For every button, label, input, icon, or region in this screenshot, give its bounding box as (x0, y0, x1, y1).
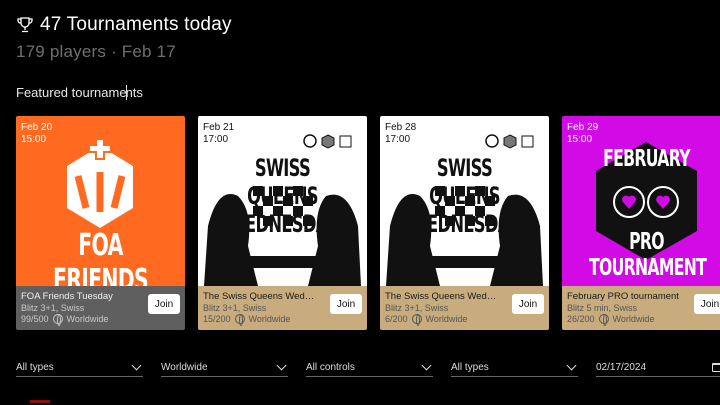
globe-icon (411, 314, 422, 326)
tournament-banner: Feb 21 17:00 SWISS QUEENS WEDNESDAY (198, 116, 367, 286)
page-title: 47 Tournaments today (40, 14, 232, 35)
chevron-down-icon (276, 360, 287, 370)
card-title: February PRO tournament (567, 291, 679, 302)
card-info: February PRO tournament Blitz 5 min, Swi… (562, 286, 720, 330)
tournament-card[interactable]: Feb 29 15:00 FEBRUARY PRO TOURNAMENT Febr… (562, 116, 720, 330)
pro-tournament-wordmark: PRO TOURNAMENT (589, 229, 707, 281)
card-date: Feb 21 17:00 (203, 122, 235, 145)
controls-filter-select[interactable]: All controls (306, 358, 433, 377)
card-title: The Swiss Queens Wednesday (385, 291, 501, 302)
chevron-down-icon (421, 360, 432, 370)
card-info: The Swiss Queens Wednesday Blitz 3+1, Sw… (380, 286, 549, 330)
tournament-card[interactable]: Feb 28 17:00 SWISS QUEENS WEDNESDAY The … (380, 116, 549, 330)
card-info: The Swiss Queens Wednesday Blitz 3+1, Sw… (198, 286, 367, 330)
region-filter-select[interactable]: Worldwide (161, 358, 288, 377)
card-date: Feb 29 15:00 (567, 122, 599, 145)
card-info: FOA Friends Tuesday Blitz 3+1, Swiss 99/… (16, 286, 185, 330)
foa-friends-wordmark: FOA FRIENDS (52, 228, 149, 286)
type-filter-select-2[interactable]: All types (451, 358, 578, 377)
join-button[interactable]: Join (694, 294, 720, 314)
tournament-card[interactable]: Feb 20 15:00 FOA FRIENDS FOA Friends Tues… (16, 116, 185, 330)
type-filter-select[interactable]: All types (16, 358, 143, 377)
calendar-icon (712, 362, 720, 372)
february-wordmark: FEBRUARY (603, 146, 690, 172)
featured-tournaments-row: Feb 20 15:00 FOA FRIENDS FOA Friends Tues… (16, 116, 720, 330)
chevron-down-icon (131, 360, 142, 370)
card-date: Feb 20 15:00 (21, 122, 53, 145)
card-date: Feb 28 17:00 (385, 122, 417, 145)
tournament-banner: Feb 20 15:00 FOA FRIENDS (16, 116, 185, 286)
tournament-banner: Feb 29 15:00 FEBRUARY PRO TOURNAMENT (562, 116, 720, 286)
card-players: 15/200 Worldwide (203, 314, 291, 326)
trophy-icon (16, 16, 34, 34)
card-players: 6/200 Worldwide (385, 314, 468, 326)
card-title: The Swiss Queens Wednesday (203, 291, 319, 302)
featured-section-title: Featured tournaments (16, 85, 143, 100)
tournament-banner: Feb 28 17:00 SWISS QUEENS WEDNESDAY (380, 116, 549, 286)
card-players: 99/500 Worldwide (21, 314, 109, 326)
page-header: 47 Tournaments today 179 players · Feb 1… (16, 13, 232, 62)
filter-bar: All types Worldwide All controls All typ… (16, 358, 720, 377)
chevron-down-icon (566, 360, 577, 370)
tournament-card[interactable]: Feb 21 17:00 SWISS QUEENS WEDNESDAY The … (198, 116, 367, 330)
swiss-queens-wordmark: SWISS QUEENS WEDNESDAY (409, 154, 520, 238)
globe-icon (234, 314, 245, 326)
card-players: 26/200 Worldwide (567, 314, 655, 326)
globe-icon (52, 314, 63, 326)
join-button[interactable]: Join (148, 294, 180, 314)
join-button[interactable]: Join (330, 294, 362, 314)
date-filter-input[interactable]: 02/17/2024 (596, 358, 720, 377)
globe-icon (598, 314, 609, 326)
page-subtitle: 179 players · Feb 17 (16, 42, 176, 61)
swiss-queens-wordmark: SWISS QUEENS WEDNESDAY (227, 154, 338, 238)
list-preview-edge (30, 400, 50, 403)
join-button[interactable]: Join (512, 294, 544, 314)
card-title: FOA Friends Tuesday (21, 291, 113, 302)
